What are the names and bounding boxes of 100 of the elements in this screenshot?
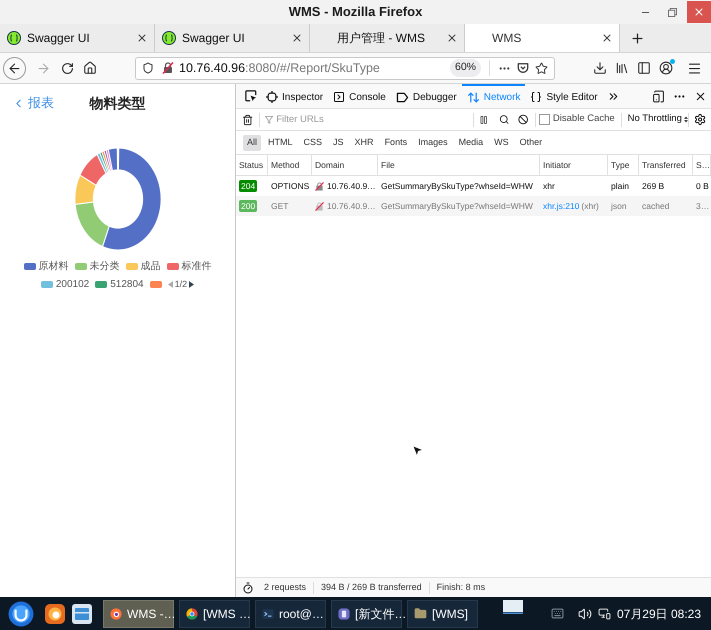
type-filter-button[interactable]: Other [516,134,546,150]
table-cell-text: GET [270,200,290,212]
settings-icon[interactable] [694,113,706,126]
type-filter-button[interactable]: WS [490,134,513,150]
insecure-lock-icon [315,202,324,210]
legend-page-number: 1/2 [174,278,188,291]
devtools-tab[interactable]: Console [328,84,391,108]
disable-cache-checkbox[interactable] [539,114,550,125]
taskbar-task[interactable]: [WMS … [179,600,250,628]
legend-item[interactable]: 200102 [40,277,90,292]
taskbar-task[interactable]: root@… [255,600,326,628]
monitor-icon[interactable] [598,607,611,620]
braces-logo-icon [162,31,176,45]
column-header[interactable]: S… [693,155,711,175]
browser-tab[interactable]: WMS [465,24,620,52]
url-text: 10.76.40.96:8080/#/Report/SkuType [179,60,380,77]
block-icon[interactable] [518,114,529,125]
status-badge: 204 [239,180,258,192]
zoom-level[interactable]: 60% [450,59,481,77]
devtools-tab[interactable]: Inspector [261,84,328,108]
up-down-icon [684,116,688,123]
stopwatch-icon[interactable] [242,582,254,594]
keyboard-icon[interactable] [550,607,564,620]
type-filter-button[interactable]: JS [329,134,348,150]
type-filter-button[interactable]: Fonts [380,134,412,150]
table-cell-text: OPTIONS [270,180,310,192]
new-tab-icon[interactable] [630,30,645,46]
column-header[interactable]: Domain [312,155,378,175]
pause-icon[interactable] [478,114,488,124]
table-cell-text: 0 B [695,180,710,192]
legend-item[interactable]: 未分类 [74,259,120,274]
column-header[interactable]: Initiator [540,155,608,175]
reload-icon[interactable] [61,62,74,74]
taskbar-clock[interactable]: 07月29日 08:23 [616,604,701,622]
download-icon[interactable] [593,61,607,75]
column-header[interactable]: Transferred [639,155,693,175]
bookmark-star-icon[interactable] [535,62,548,74]
table-cell-text: 269 B [641,180,666,192]
responsive-design-icon[interactable] [652,90,665,102]
browser-icon [110,608,122,620]
transferred-summary: 394 B / 269 B transferred [321,580,422,594]
clear-trash-icon[interactable] [242,114,254,126]
type-filter-button[interactable]: XHR [350,134,378,150]
legend-item[interactable]: 512804 [95,277,144,292]
legend-swatch-icon[interactable] [150,281,162,288]
close-tab-icon[interactable] [601,32,613,44]
column-header[interactable]: Type [608,155,639,175]
close-tab-icon[interactable] [446,32,458,44]
throttling-select[interactable]: No Throttling [628,112,688,127]
pocket-icon[interactable] [517,62,529,74]
close-devtools-icon[interactable] [694,90,707,102]
mouse-cursor-icon [411,444,424,457]
browser-icon [186,608,198,620]
legend-item[interactable]: 成品 [126,259,160,274]
taskbar-task[interactable]: WMS -… [103,600,174,628]
browser-launcher-icon[interactable] [45,604,65,624]
column-header[interactable]: Method [268,155,312,175]
table-cell-text: plain [610,180,630,192]
start-menu-icon[interactable] [8,600,34,626]
library-icon[interactable] [615,61,629,75]
window-title: WMS - Mozilla Firefox [288,3,422,22]
braces-logo-icon [7,31,21,45]
close-tab-icon[interactable] [291,32,303,44]
close-tab-icon[interactable] [136,32,148,44]
taskbar-task[interactable]: [WMS] [407,600,478,628]
request-row[interactable]: 200 GET 10.76.40.9… GetSummaryBySkuType?whseId=WHW xhr.js:210 (xhr) json cached 3… [236,196,711,216]
legend-item[interactable]: 原材料 [24,259,68,274]
table-cell-text: xhr [542,180,556,192]
debugger-icon [396,92,409,102]
type-filter-button[interactable]: CSS [300,134,326,150]
desktop-preview-icon[interactable] [502,600,523,614]
sidebar-icon[interactable] [637,61,651,75]
folder-icon [414,607,427,620]
back-button[interactable] [3,56,26,80]
address-field[interactable]: 10.76.40.96:8080/#/Report/SkuType 60% [135,56,555,80]
devtools-tab[interactable]: Style Editor [525,84,603,108]
console-icon [333,91,346,103]
menu-icon[interactable] [687,60,702,76]
home-icon[interactable] [83,61,97,75]
inspector-icon [266,91,278,103]
type-filter-button[interactable]: All [243,134,262,150]
braces-icon [530,91,542,103]
volume-icon[interactable] [578,606,592,620]
devtools-tab[interactable]: Debugger [390,84,462,108]
next-page-icon[interactable] [189,281,194,288]
type-filter-button[interactable]: HTML [264,134,297,150]
filter-field[interactable]: Filter URLs [276,112,473,128]
search-icon[interactable] [498,114,510,125]
column-header[interactable]: File [378,155,540,175]
column-header[interactable]: Status [236,155,268,175]
type-filter-button[interactable]: Media [454,134,488,150]
file-manager-launcher-icon[interactable] [72,604,92,624]
table-cell-text: cached [641,200,670,212]
restore-icon [668,8,676,16]
shield-icon [142,62,154,74]
account-icon[interactable] [659,61,673,75]
legend-item[interactable]: 标准件 [166,259,212,274]
table-cell: (xhr) [581,200,599,212]
close-window-button[interactable] [687,1,711,23]
type-filter-button[interactable]: Images [414,134,452,150]
